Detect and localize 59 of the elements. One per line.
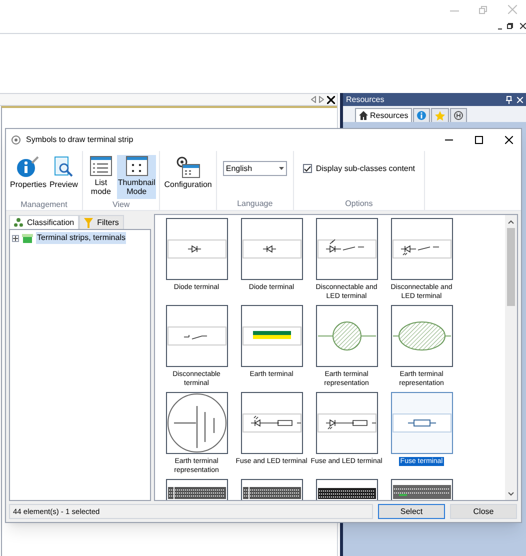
scrollbar-thumb[interactable]	[507, 228, 515, 306]
dropdown-arrow-icon	[278, 167, 284, 170]
symbol-thumbnail[interactable]	[316, 305, 378, 367]
close-icon[interactable]	[327, 96, 335, 104]
dialog-button[interactable]: Close	[450, 504, 517, 519]
panel-tab[interactable]: Resources	[355, 108, 412, 122]
info-icon	[417, 111, 426, 120]
panel-title: Resources	[346, 94, 384, 106]
ribbon-button[interactable]: List mode	[86, 155, 116, 199]
ribbon-button[interactable]: Thumbnail Mode	[116, 155, 156, 199]
pin-icon[interactable]	[506, 96, 512, 104]
restore-icon[interactable]	[507, 23, 513, 29]
group-label: Options	[345, 198, 373, 210]
symbol-thumbnail[interactable]	[390, 218, 452, 280]
symbol-thumbnail[interactable]	[240, 392, 302, 454]
terminal-strip-icon	[22, 234, 33, 242]
home-icon	[359, 111, 368, 120]
minimize-icon[interactable]	[498, 28, 502, 30]
symbol-thumbnail[interactable]	[316, 218, 378, 280]
panel-tab[interactable]	[413, 108, 430, 122]
right-arrow-icon[interactable]	[319, 96, 324, 103]
list-view-icon	[90, 156, 112, 176]
side-tab[interactable]: Classification	[9, 215, 80, 229]
checkbox-label: Display sub-classes content	[316, 164, 416, 173]
symbol-thumbnail[interactable]	[240, 218, 302, 280]
maximize-icon[interactable]	[475, 136, 483, 144]
language-dropdown[interactable]: English	[222, 161, 287, 176]
configuration-icon	[176, 156, 200, 178]
side-tab[interactable]: Filters	[79, 215, 124, 229]
symbol-thumbnail[interactable]	[390, 305, 452, 367]
dialog-title: Symbols to draw terminal strip	[26, 134, 134, 146]
filter-icon	[84, 218, 94, 228]
ribbon-button[interactable]: Properties	[9, 155, 48, 199]
group-label: Language	[237, 198, 273, 210]
expand-toggle[interactable]	[12, 234, 19, 242]
close-icon[interactable]	[505, 136, 513, 144]
symbol-thumbnail[interactable]	[166, 305, 228, 367]
info-icon	[17, 156, 40, 178]
star-icon	[435, 110, 446, 120]
close-icon[interactable]	[520, 23, 526, 29]
symbol-thumbnail[interactable]	[166, 218, 228, 280]
ribbon-button[interactable]: Preview	[48, 155, 79, 199]
tree-item[interactable]: Terminal strips, terminals	[36, 232, 126, 244]
dialog-button[interactable]: Select	[378, 504, 445, 519]
ribbon-button[interactable]: Configuration	[163, 155, 213, 199]
symbol-thumbnail[interactable]	[390, 392, 452, 454]
grid-view-icon	[126, 156, 148, 176]
left-arrow-icon[interactable]	[311, 96, 316, 103]
panel-tab[interactable]	[450, 108, 468, 122]
hierarchy-icon	[14, 218, 23, 227]
symbol-thumbnail[interactable]	[240, 305, 302, 367]
checkbox[interactable]	[302, 164, 312, 173]
preview-icon	[54, 156, 74, 178]
group-label: View	[112, 199, 130, 211]
symbol-thumbnail[interactable]	[316, 392, 378, 454]
group-label: Management	[20, 199, 68, 211]
symbol-thumbnail[interactable]	[166, 392, 228, 454]
minimize-icon[interactable]	[445, 139, 453, 141]
scrollbar[interactable]	[505, 215, 517, 500]
